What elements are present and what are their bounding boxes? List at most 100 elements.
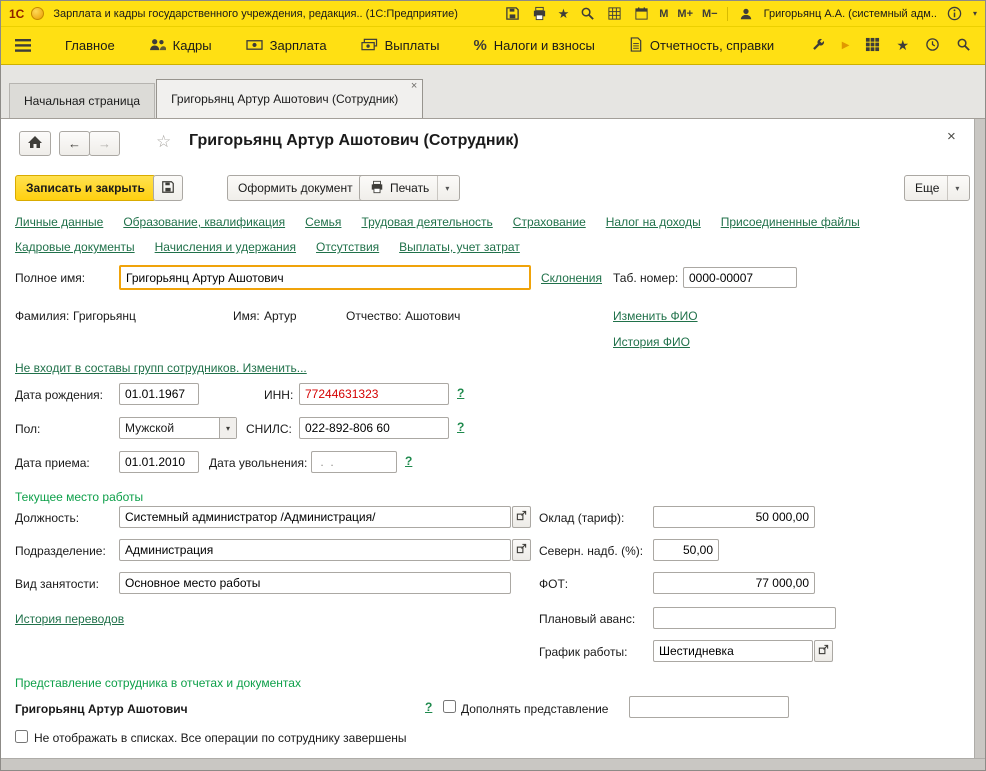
dropdown-arrow-icon: ▾ bbox=[437, 176, 449, 200]
change-fio-link[interactable]: Изменить ФИО bbox=[613, 309, 698, 323]
salary-label: Оклад (тариф): bbox=[539, 511, 624, 525]
history-icon[interactable] bbox=[925, 37, 940, 55]
save-and-close-button[interactable]: Записать и закрыть bbox=[15, 175, 156, 201]
menu-personnel[interactable]: Кадры bbox=[149, 37, 212, 55]
wrench-icon[interactable] bbox=[811, 37, 826, 55]
nav-absences[interactable]: Отсутствия bbox=[316, 240, 379, 254]
report-document-icon bbox=[629, 37, 643, 55]
department-input[interactable] bbox=[119, 539, 511, 561]
save-button[interactable] bbox=[153, 175, 183, 201]
favorites-star-icon[interactable]: ★ bbox=[558, 6, 570, 22]
representation-help-link[interactable]: ? bbox=[425, 700, 432, 714]
surname-label: Фамилия: bbox=[15, 309, 69, 323]
declensions-link[interactable]: Склонения bbox=[541, 271, 602, 285]
fot-input[interactable] bbox=[653, 572, 815, 594]
save-icon[interactable] bbox=[504, 5, 522, 23]
calculator-icon[interactable] bbox=[605, 5, 623, 23]
birth-date-input[interactable] bbox=[119, 383, 199, 405]
nav-payments-costs[interactable]: Выплаты, учет затрат bbox=[399, 240, 520, 254]
create-document-label: Оформить документ bbox=[238, 181, 353, 195]
employee-form: ← → ☆ Григорьянц Артур Ашотович (Сотрудн… bbox=[1, 119, 985, 758]
nav-family[interactable]: Семья bbox=[305, 215, 341, 229]
menu-salary-label: Зарплата bbox=[270, 38, 327, 53]
north-allowance-input[interactable] bbox=[653, 539, 719, 561]
append-representation-input[interactable] bbox=[629, 696, 789, 718]
nav-links-row-2: Кадровые документы Начисления и удержани… bbox=[15, 240, 520, 254]
nav-accruals[interactable]: Начисления и удержания bbox=[155, 240, 296, 254]
schedule-label: График работы: bbox=[539, 645, 627, 659]
hire-date-input[interactable] bbox=[119, 451, 199, 473]
snils-input[interactable] bbox=[299, 417, 449, 439]
snils-help-link[interactable]: ? bbox=[457, 420, 464, 434]
memory-m-minus-button[interactable]: М− bbox=[702, 8, 718, 20]
add-to-favorites-icon[interactable]: ☆ bbox=[156, 132, 171, 152]
nav-work-activity[interactable]: Трудовая деятельность bbox=[361, 215, 492, 229]
menu-taxes[interactable]: % Налоги и взносы bbox=[473, 37, 594, 54]
print-icon[interactable] bbox=[531, 5, 549, 23]
main-menu-icon[interactable] bbox=[15, 39, 31, 52]
titlebar-divider bbox=[727, 7, 728, 21]
fot-label: ФОТ: bbox=[539, 577, 568, 591]
nav-attached-files[interactable]: Присоединенные файлы bbox=[721, 215, 860, 229]
nav-insurance[interactable]: Страхование bbox=[513, 215, 586, 229]
planned-advance-label: Плановый аванс: bbox=[539, 612, 635, 626]
position-open-button[interactable] bbox=[512, 506, 531, 528]
nav-hr-documents[interactable]: Кадровые документы bbox=[15, 240, 135, 254]
dismissal-date-input[interactable] bbox=[311, 451, 397, 473]
surname-value: Григорьянц bbox=[73, 309, 136, 323]
chevron-down-icon[interactable]: ▾ bbox=[973, 9, 977, 18]
inn-help-link[interactable]: ? bbox=[457, 386, 464, 400]
menu-main[interactable]: Главное bbox=[65, 38, 115, 53]
department-open-button[interactable] bbox=[512, 539, 531, 561]
forward-button[interactable]: → bbox=[89, 131, 120, 156]
current-user[interactable]: Григорьянц А.А. (системный адм.. bbox=[764, 8, 937, 20]
tab-employee[interactable]: Григорьянц Артур Ашотович (Сотрудник) × bbox=[156, 79, 423, 118]
append-representation-checkbox[interactable] bbox=[443, 700, 456, 713]
save-and-close-label: Записать и закрыть bbox=[26, 181, 145, 195]
nav-income-tax[interactable]: Налог на доходы bbox=[606, 215, 701, 229]
memory-m-plus-button[interactable]: М+ bbox=[677, 8, 693, 20]
search-icon[interactable] bbox=[578, 5, 596, 23]
tab-home-page[interactable]: Начальная страница bbox=[9, 83, 155, 118]
employment-type-input[interactable] bbox=[119, 572, 511, 594]
fio-history-link[interactable]: История ФИО bbox=[613, 335, 690, 349]
position-input[interactable] bbox=[119, 506, 511, 528]
dismissal-date-label: Дата увольнения: bbox=[209, 456, 307, 470]
banknote-icon bbox=[246, 37, 263, 55]
planned-advance-input[interactable] bbox=[653, 607, 836, 629]
tab-number-input[interactable] bbox=[683, 267, 797, 288]
transfer-history-link[interactable]: История переводов bbox=[15, 612, 124, 626]
nav-personal-data[interactable]: Личные данные bbox=[15, 215, 103, 229]
employee-groups-link[interactable]: Не входит в составы групп сотрудников. И… bbox=[15, 361, 307, 375]
menu-payments[interactable]: Выплаты bbox=[361, 37, 440, 55]
hide-in-lists-checkbox[interactable] bbox=[15, 730, 28, 743]
expand-arrow-icon[interactable]: ▶ bbox=[842, 40, 850, 51]
global-search-icon[interactable] bbox=[956, 37, 971, 55]
gender-select[interactable]: Мужской ▾ bbox=[119, 417, 237, 439]
dismissal-help-link[interactable]: ? bbox=[405, 454, 412, 468]
calendar-icon[interactable] bbox=[632, 5, 650, 23]
employment-type-label: Вид занятости: bbox=[15, 577, 99, 591]
home-button[interactable] bbox=[19, 131, 51, 156]
tab-close-icon[interactable]: × bbox=[411, 81, 417, 92]
print-button[interactable]: Печать ▾ bbox=[359, 175, 460, 201]
snils-label: СНИЛС: bbox=[246, 422, 292, 436]
all-functions-grid-icon[interactable] bbox=[865, 37, 880, 55]
memory-m-button[interactable]: М bbox=[659, 8, 668, 20]
menu-reports[interactable]: Отчетность, справки bbox=[629, 37, 774, 55]
inn-input[interactable] bbox=[299, 383, 449, 405]
form-close-icon[interactable]: × bbox=[947, 128, 956, 145]
nav-education[interactable]: Образование, квалификация bbox=[123, 215, 285, 229]
back-button[interactable]: ← bbox=[59, 131, 90, 156]
more-button[interactable]: Еще ▾ bbox=[904, 175, 970, 201]
favorites-icon[interactable]: ★ bbox=[896, 37, 909, 54]
home-icon bbox=[27, 135, 43, 152]
gender-label: Пол: bbox=[15, 422, 40, 436]
full-name-input[interactable] bbox=[119, 265, 531, 290]
menu-salary[interactable]: Зарплата bbox=[246, 37, 327, 55]
info-icon[interactable] bbox=[946, 5, 964, 23]
gender-dropdown-icon[interactable]: ▾ bbox=[219, 418, 236, 438]
schedule-open-button[interactable] bbox=[814, 640, 833, 662]
salary-input[interactable] bbox=[653, 506, 815, 528]
schedule-input[interactable] bbox=[653, 640, 813, 662]
